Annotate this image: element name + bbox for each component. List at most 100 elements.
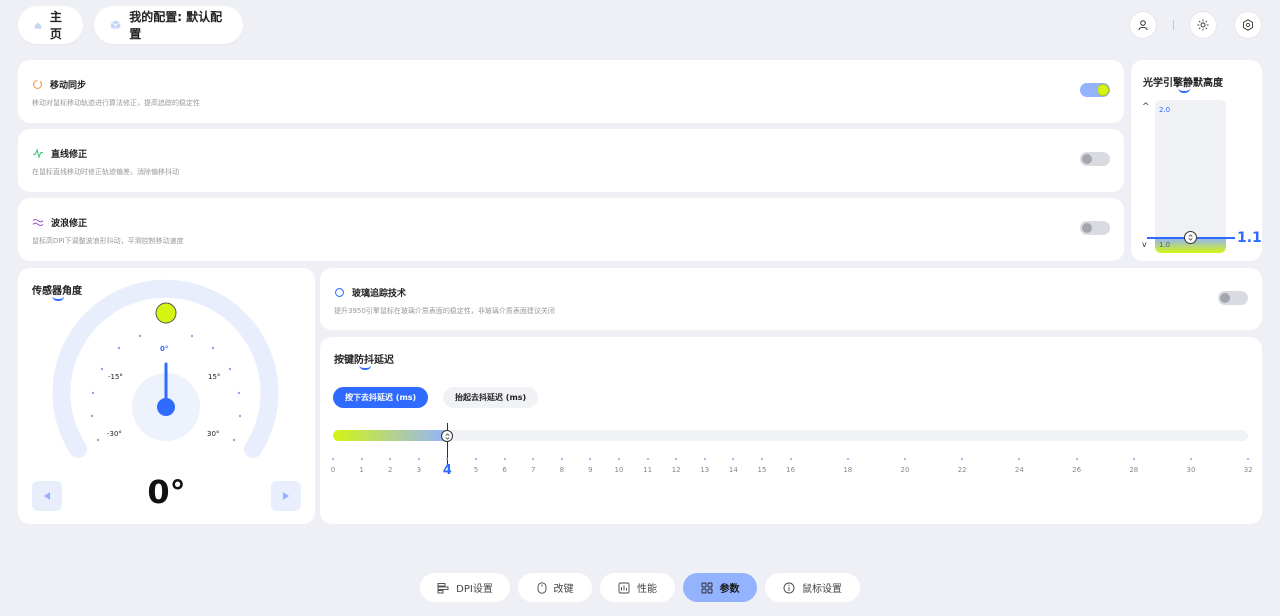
debounce-tick-mark bbox=[618, 458, 620, 460]
sync-toggle[interactable] bbox=[1080, 83, 1110, 97]
wave-correction-toggle[interactable] bbox=[1080, 221, 1110, 235]
debounce-tick-mark bbox=[961, 458, 964, 460]
line-correction-icon bbox=[32, 148, 44, 159]
debounce-tick-label: 30 bbox=[1186, 466, 1196, 474]
debounce-tick-label: 20 bbox=[900, 466, 910, 474]
debounce-tick-label: 11 bbox=[643, 466, 653, 474]
debounce-tick-mark bbox=[589, 458, 592, 460]
mouse-icon bbox=[537, 581, 546, 594]
dial-label-neg30: -30° bbox=[107, 430, 122, 438]
gear-icon bbox=[1243, 19, 1253, 31]
feature-desc: 鼠标高DPI下调整波浪形抖动，平滑控制移动速度 bbox=[32, 237, 184, 245]
debounce-tick-mark bbox=[503, 458, 506, 460]
dial-label-15: 15° bbox=[208, 373, 221, 381]
feature-card-sync: 移动同步 移动对鼠标移动轨迹进行算法修正，提高追踪的稳定性 bbox=[18, 60, 1124, 123]
debounce-tick-label: 1 bbox=[359, 466, 364, 474]
debounce-tick-mark bbox=[389, 458, 392, 460]
feature-title: 波浪修正 bbox=[51, 219, 88, 229]
debounce-tick-label: 12 bbox=[671, 466, 681, 474]
debounce-tick-label: 24 bbox=[1014, 466, 1024, 474]
debounce-tick-label: 6 bbox=[502, 466, 507, 474]
header-divider bbox=[1173, 20, 1174, 30]
debounce-tick-mark bbox=[675, 458, 678, 460]
home-button[interactable]: 主页 bbox=[18, 6, 83, 44]
settings-button[interactable] bbox=[1235, 12, 1261, 38]
debounce-tick-mark bbox=[475, 458, 477, 460]
lod-min-label: 1.0 bbox=[1159, 241, 1171, 249]
line-correction-toggle[interactable] bbox=[1080, 152, 1110, 166]
debounce-tick-label: 32 bbox=[1243, 466, 1253, 474]
feature-desc: 在鼠标直线移动时修正轨迹偏差，消除偏移抖动 bbox=[32, 168, 179, 176]
debounce-tick-mark bbox=[332, 458, 334, 460]
debounce-ticks: 0 1 2 3 4 5 6 7 8 9 10 11 12 13 14 15 16 18 20 22 24 26 28 30 32 bbox=[320, 337, 1262, 524]
nav-label: 参数 bbox=[719, 584, 740, 595]
nav-dpi-settings[interactable]: DPI设置 bbox=[420, 573, 510, 602]
debounce-tick-mark bbox=[417, 458, 420, 460]
debounce-tick-label: 7 bbox=[530, 466, 536, 474]
lod-card: 光学引擎静默高度 ^ v 2.0 1.0 1.1 bbox=[1131, 60, 1262, 261]
dial-label-neg15: -15° bbox=[108, 373, 123, 381]
debounce-tick-label: 18 bbox=[843, 466, 853, 474]
dial-label-30: 30° bbox=[207, 430, 220, 438]
lod-down-arrow: v bbox=[1142, 240, 1147, 249]
debounce-tick-label: 3 bbox=[416, 466, 422, 474]
config-label: 我的配置: 默认配置 bbox=[129, 10, 223, 41]
debounce-tick-mark bbox=[532, 458, 535, 460]
glass-desc: 提升3950引擎鼠标在玻璃介质表面的稳定性，非玻璃介质表面建议关闭 bbox=[334, 307, 555, 315]
debounce-tick-mark bbox=[646, 458, 649, 460]
debounce-tick-mark bbox=[360, 458, 363, 460]
glass-toggle[interactable] bbox=[1218, 291, 1248, 305]
sync-icon bbox=[33, 80, 42, 89]
nav-label: 性能 bbox=[637, 584, 657, 595]
dpi-icon bbox=[437, 582, 449, 593]
glass-tracking-card: 玻璃追踪技术 提升3950引擎鼠标在玻璃介质表面的稳定性，非玻璃介质表面建议关闭 bbox=[320, 268, 1262, 330]
debounce-tick-label: 4 bbox=[442, 463, 452, 478]
debounce-tick-label: 14 bbox=[728, 466, 738, 474]
feature-desc: 移动对鼠标移动轨迹进行算法修正，提高追踪的稳定性 bbox=[32, 99, 200, 107]
lod-max-label: 2.0 bbox=[1159, 106, 1171, 114]
lod-value: 1.1 bbox=[1237, 230, 1262, 246]
params-icon bbox=[701, 582, 712, 593]
feature-title: 直线修正 bbox=[51, 150, 88, 160]
angle-increase-button[interactable] bbox=[271, 481, 301, 511]
debounce-tick-label: 15 bbox=[757, 466, 767, 474]
nav-performance[interactable]: 性能 bbox=[600, 573, 675, 602]
debounce-tick-label: 9 bbox=[588, 466, 593, 474]
debounce-tick-mark bbox=[560, 458, 563, 460]
nav-keymap[interactable]: 改键 bbox=[518, 573, 592, 602]
nav-label: DPI设置 bbox=[456, 584, 493, 595]
user-button[interactable] bbox=[1130, 12, 1156, 38]
debounce-tick-mark bbox=[846, 458, 849, 460]
debounce-tick-mark bbox=[446, 458, 449, 460]
glass-icon bbox=[335, 288, 344, 297]
lod-up-arrow: ^ bbox=[1142, 102, 1150, 112]
dial-hub bbox=[157, 398, 175, 416]
debounce-tick-label: 5 bbox=[473, 466, 479, 474]
triangle-right-icon bbox=[283, 492, 289, 500]
debounce-card: 按键防抖延迟 按下去抖延迟 (ms) 抬起去抖延迟 (ms) 012345678… bbox=[320, 337, 1262, 524]
debounce-tick-mark bbox=[904, 458, 906, 460]
user-icon bbox=[1138, 20, 1148, 31]
debounce-tick-mark bbox=[1190, 458, 1192, 460]
cube-icon bbox=[110, 20, 121, 30]
lod-slider-handle[interactable] bbox=[1184, 231, 1197, 244]
home-icon bbox=[34, 22, 42, 29]
nav-mouse-settings[interactable]: 鼠标设置 bbox=[765, 573, 860, 602]
debounce-tick-label: 26 bbox=[1072, 466, 1082, 474]
info-icon bbox=[783, 582, 795, 593]
debounce-tick-label: 10 bbox=[614, 466, 624, 474]
debounce-tick-mark bbox=[789, 458, 792, 460]
config-button[interactable]: 我的配置: 默认配置 bbox=[94, 6, 243, 44]
debounce-tick-mark bbox=[1075, 458, 1078, 460]
feature-card-line: 直线修正 在鼠标直线移动时修正轨迹偏差，消除偏移抖动 bbox=[18, 129, 1124, 192]
debounce-tick-mark bbox=[1018, 458, 1021, 460]
theme-button[interactable] bbox=[1190, 12, 1216, 38]
dial-label-0: 0° bbox=[160, 345, 169, 353]
debounce-tick-mark bbox=[761, 458, 763, 460]
nav-parameters[interactable]: 参数 bbox=[683, 573, 757, 602]
lod-title: 光学引擎静默高度 bbox=[1143, 74, 1223, 89]
debounce-tick-label: 0 bbox=[330, 466, 336, 474]
debounce-tick-label: 22 bbox=[957, 466, 967, 474]
home-label: 主页 bbox=[49, 10, 62, 41]
debounce-tick-label: 13 bbox=[700, 466, 710, 474]
